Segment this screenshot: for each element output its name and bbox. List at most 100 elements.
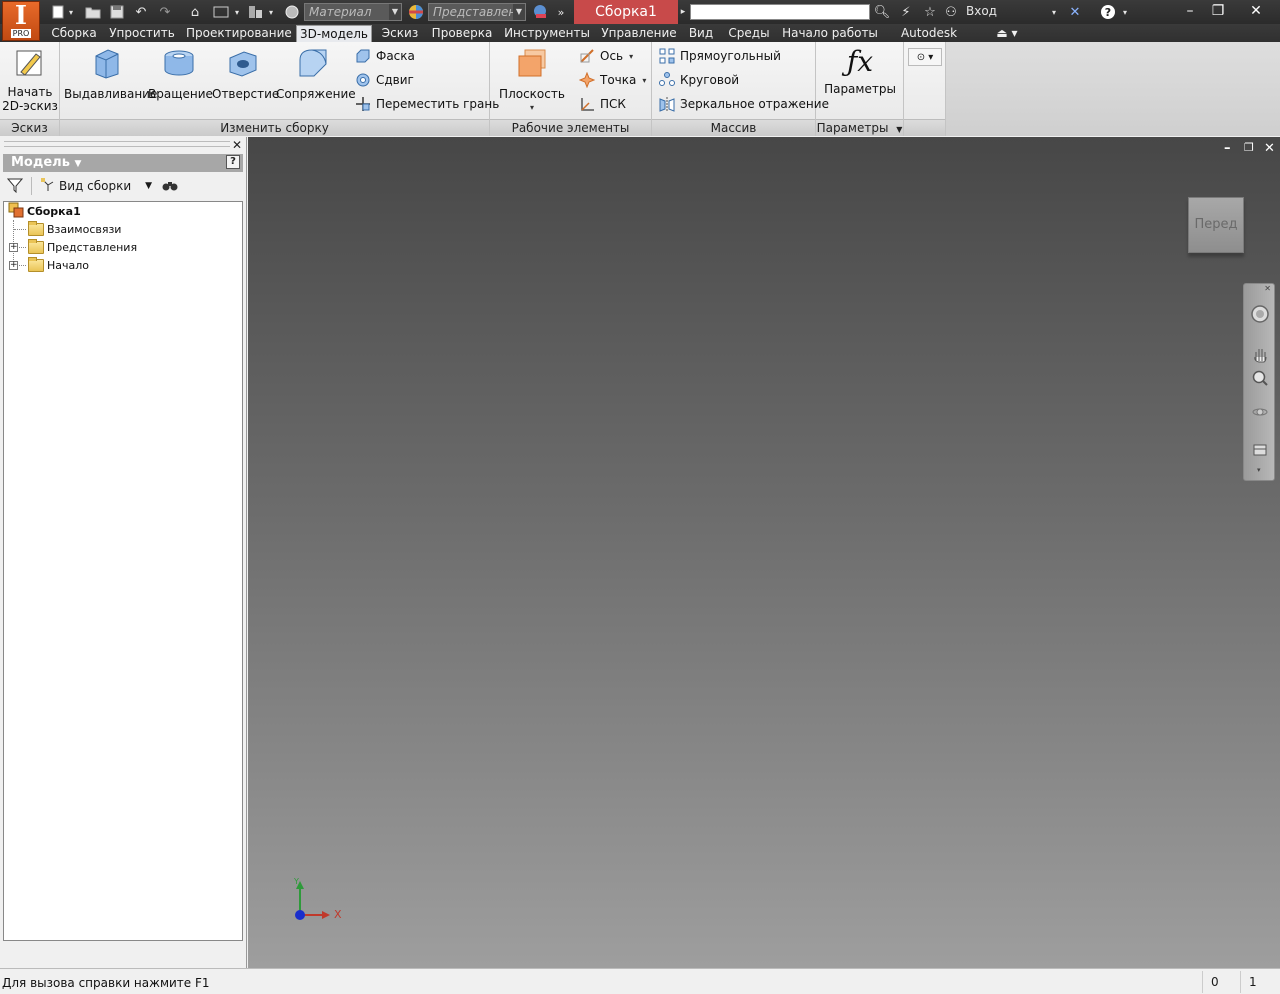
viewport-restore-icon[interactable]: ❐	[1244, 141, 1254, 154]
browser-grip[interactable]	[4, 141, 230, 147]
tab-design[interactable]: Проектирование	[186, 25, 292, 42]
assembly-view-dropdown[interactable]: Вид сборки	[59, 179, 131, 193]
tab-simplify[interactable]: Упростить	[108, 25, 176, 42]
select-dropdown-icon[interactable]: ▾	[266, 3, 276, 21]
tab-environments[interactable]: Среды	[726, 25, 772, 42]
fillet-button[interactable]: Сопряжение	[276, 46, 356, 101]
favorites-star-icon[interactable]: ☆	[920, 3, 940, 21]
ribbon-minimize-icon[interactable]: ⏏︎ ▾	[992, 25, 1022, 42]
redo-icon[interactable]: ↷	[156, 3, 174, 21]
search-arrow-icon[interactable]: ▸	[678, 3, 688, 21]
close-icon[interactable]: ✕	[1238, 0, 1274, 22]
chamfer-button[interactable]: Фаска	[354, 46, 415, 66]
browser-header-dropdown-icon[interactable]: ▼	[74, 159, 81, 169]
tab-3d-model[interactable]: 3D-модель	[296, 25, 372, 42]
pan-hand-icon[interactable]	[1250, 344, 1270, 364]
binoculars-search-icon[interactable]: 🔍︎	[872, 3, 892, 21]
filter-icon[interactable]	[6, 177, 24, 196]
model-tree: Сборка1 Взаимосвязи + Представления + На…	[3, 201, 243, 941]
zoom-icon[interactable]	[1250, 368, 1270, 388]
open-icon[interactable]	[84, 3, 102, 21]
tab-tools[interactable]: Инструменты	[504, 25, 590, 42]
appearance-combo-arrow-icon[interactable]: ▼	[513, 4, 525, 20]
undo-icon[interactable]: ↶	[132, 3, 150, 21]
graphics-viewport[interactable]: – ❐ ✕ Перед ✕ ▾ X Y	[248, 137, 1280, 968]
tab-autodesk-360[interactable]: Autodesk 360	[888, 25, 970, 56]
save-icon[interactable]	[108, 3, 126, 21]
tab-inspect[interactable]: Проверка	[430, 25, 494, 42]
select-icon[interactable]	[246, 3, 266, 21]
help-icon[interactable]: ?	[1098, 3, 1118, 21]
tab-sketch[interactable]: Эскиз	[378, 25, 422, 42]
hole-button[interactable]: Отверстие	[212, 46, 279, 101]
point-dropdown-icon[interactable]: ▾	[642, 76, 646, 85]
orbit-icon[interactable]	[1250, 402, 1270, 422]
material-combo-arrow-icon[interactable]: ▼	[389, 4, 401, 20]
return-dropdown-icon[interactable]: ▾	[232, 3, 242, 21]
plane-dropdown-icon[interactable]: ▾	[496, 101, 568, 115]
move-face-button[interactable]: Переместить грань	[354, 94, 499, 114]
point-button[interactable]: Точка ▾	[578, 70, 646, 90]
adjust-icon[interactable]	[530, 3, 550, 21]
help-dropdown-icon[interactable]: ▾	[1120, 3, 1130, 21]
browser-header[interactable]: Модель ▼ ?	[3, 154, 243, 172]
login-dropdown-icon[interactable]: ▾	[1048, 3, 1060, 21]
revolve-button[interactable]: Вращение	[148, 46, 213, 101]
parameters-button[interactable]: ƒx Параметры	[820, 46, 900, 97]
parameters-panel-dropdown-icon[interactable]: ▼	[896, 125, 902, 134]
axis-button[interactable]: Ось ▾	[578, 46, 633, 66]
assembly-icon	[8, 202, 24, 221]
mirror-button[interactable]: Зеркальное отражение	[658, 94, 829, 114]
new-dropdown-icon[interactable]: ▾	[66, 3, 76, 21]
look-at-icon[interactable]	[1250, 440, 1270, 460]
extrude-button[interactable]: Выдавливание	[64, 46, 157, 101]
exchange-icon[interactable]: ✕	[1064, 3, 1086, 21]
navbar-customize-icon[interactable]: ▾	[1257, 466, 1261, 474]
browser-close-icon[interactable]: ✕	[232, 138, 242, 152]
shift-icon	[354, 71, 372, 89]
new-icon[interactable]	[48, 3, 68, 21]
update-icon[interactable]	[282, 3, 302, 21]
more-icon[interactable]: »	[552, 3, 570, 21]
return-icon[interactable]	[210, 3, 232, 21]
appearance-icon[interactable]	[406, 3, 426, 21]
shift-button[interactable]: Сдвиг	[354, 70, 414, 90]
plane-button[interactable]: Плоскость ▾	[496, 46, 568, 115]
tab-view[interactable]: Вид	[686, 25, 716, 42]
search-input[interactable]	[690, 4, 870, 20]
application-menu-button[interactable]: I PRO	[2, 1, 40, 41]
viewcube[interactable]: Перед	[1188, 197, 1244, 253]
tab-get-started[interactable]: Начало работы	[782, 25, 878, 42]
tree-root-label: Сборка1	[27, 204, 81, 218]
viewport-close-icon[interactable]: ✕	[1264, 141, 1275, 156]
rectangular-pattern-label: Прямоугольный	[680, 49, 781, 63]
tree-node-representations[interactable]: Представления	[28, 238, 137, 256]
expand-representations-icon[interactable]: +	[9, 243, 18, 252]
ucs-button[interactable]: ПСК	[578, 94, 626, 114]
tree-node-assembly-root[interactable]: Сборка1	[8, 202, 81, 220]
tab-manage[interactable]: Управление	[600, 25, 678, 42]
viewport-minimize-icon[interactable]: –	[1224, 141, 1231, 156]
navbar-close-icon[interactable]: ✕	[1264, 284, 1271, 293]
tree-node-origin[interactable]: Начало	[28, 256, 89, 274]
panel-title-parameters-text: Параметры	[816, 121, 889, 135]
find-binoculars-icon[interactable]	[162, 178, 178, 195]
circular-pattern-button[interactable]: Круговой	[658, 70, 739, 90]
material-combo[interactable]: Материал ▼	[304, 3, 402, 21]
start-2d-sketch-button[interactable]: Начать 2D-эскиз	[2, 46, 58, 113]
appearance-combo[interactable]: Представлен ▼	[428, 3, 526, 21]
login-link[interactable]: Вход	[966, 4, 997, 18]
maximize-icon[interactable]: ❐	[1200, 0, 1236, 22]
assembly-view-dropdown-icon[interactable]: ▼	[145, 181, 152, 191]
axis-dropdown-icon[interactable]: ▾	[629, 52, 633, 61]
panel-options-button[interactable]: ⊙ ▾	[908, 48, 942, 66]
tab-assembly[interactable]: Сборка	[46, 25, 102, 42]
satellite-icon[interactable]: ⚡︎	[896, 3, 916, 21]
tree-node-relations[interactable]: Взаимосвязи	[28, 220, 121, 238]
panel-title-parameters[interactable]: Параметры ▼	[816, 119, 903, 136]
rectangular-pattern-button[interactable]: Прямоугольный	[658, 46, 781, 66]
steering-wheel-icon[interactable]	[1250, 304, 1270, 324]
home-icon[interactable]: ⌂	[186, 3, 204, 21]
browser-help-icon[interactable]: ?	[226, 155, 240, 169]
expand-origin-icon[interactable]: +	[9, 261, 18, 270]
